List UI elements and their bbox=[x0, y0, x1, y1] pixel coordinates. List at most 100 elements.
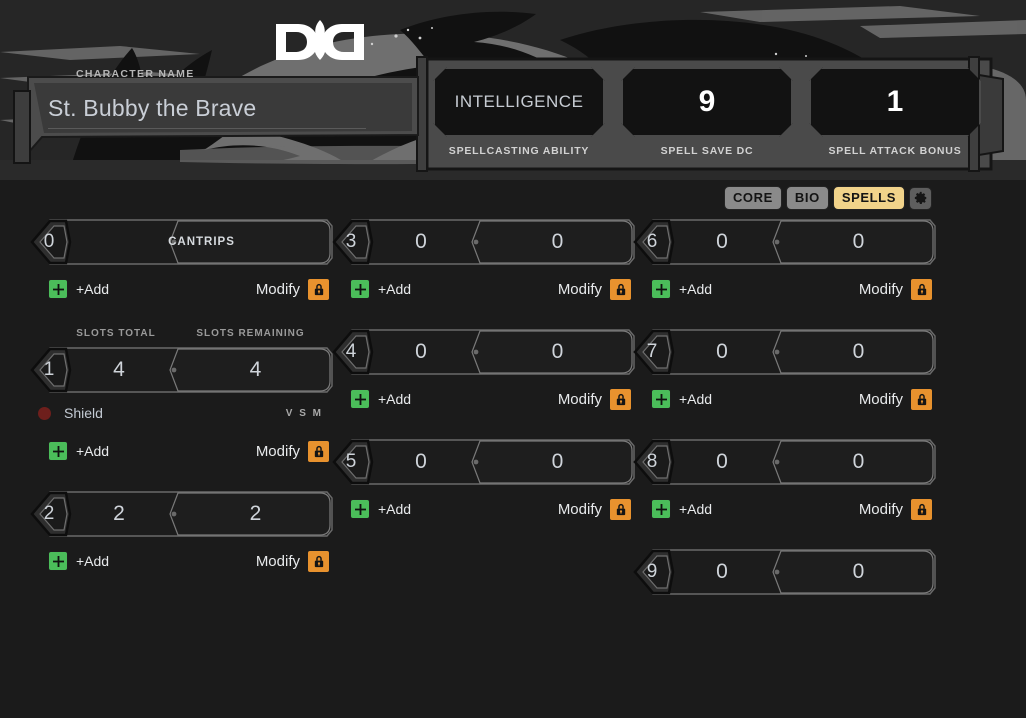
stat-value-box[interactable]: 9 bbox=[621, 67, 793, 137]
slots-total-field[interactable]: 0 bbox=[671, 218, 773, 266]
slots-total-field[interactable]: 0 bbox=[370, 218, 472, 266]
spell-level-actions: +Add Modify bbox=[332, 492, 635, 526]
spell-level-bar[interactable]: 900 bbox=[633, 548, 936, 596]
modify-label[interactable]: Modify bbox=[256, 281, 300, 298]
modify-label[interactable]: Modify bbox=[256, 443, 300, 460]
add-spell-label[interactable]: +Add bbox=[378, 501, 411, 517]
modify-lock-button[interactable] bbox=[911, 278, 932, 300]
spell-level-bar[interactable]: 800 bbox=[633, 438, 936, 486]
stat-value-box[interactable]: INTELLIGENCE bbox=[433, 67, 605, 137]
spell-level-bar[interactable]: 400 bbox=[332, 328, 635, 376]
spell-level-number: 8 bbox=[646, 451, 658, 472]
slots-total-field[interactable]: 0 bbox=[671, 328, 773, 376]
add-spell-button[interactable] bbox=[48, 279, 68, 299]
slots-remaining-field[interactable]: 2 bbox=[178, 490, 333, 538]
add-spell-label[interactable]: +Add bbox=[76, 443, 109, 459]
lock-icon bbox=[616, 283, 625, 295]
add-spell-button[interactable] bbox=[651, 279, 671, 299]
sheet-tab-bar: CORE BIO SPELLS bbox=[723, 186, 932, 210]
slots-total-field[interactable]: 0 bbox=[671, 548, 773, 596]
stat-caption: SPELLCASTING ABILITY bbox=[448, 145, 590, 157]
modify-label[interactable]: Modify bbox=[256, 553, 300, 570]
add-spell-label[interactable]: +Add bbox=[378, 391, 411, 407]
slots-total-field[interactable]: 0 bbox=[370, 328, 472, 376]
modify-lock-button[interactable] bbox=[308, 550, 329, 572]
add-spell-button[interactable] bbox=[651, 389, 671, 409]
stat-value-box[interactable]: 1 bbox=[809, 67, 981, 137]
slots-remaining-field[interactable]: 0 bbox=[480, 328, 635, 376]
tab-spells[interactable]: SPELLS bbox=[832, 186, 905, 210]
lock-icon bbox=[314, 445, 323, 457]
tab-bio[interactable]: BIO bbox=[785, 186, 829, 210]
modify-lock-button[interactable] bbox=[610, 388, 631, 410]
add-spell-label[interactable]: +Add bbox=[679, 501, 712, 517]
stat-value: 9 bbox=[698, 85, 716, 118]
add-spell-button[interactable] bbox=[350, 499, 370, 519]
slots-total-field[interactable]: 0 bbox=[370, 438, 472, 486]
stat-spell-attack-bonus[interactable]: 1 SPELL ATTACK BONUS bbox=[809, 67, 981, 157]
modify-lock-button[interactable] bbox=[911, 498, 932, 520]
spell-level-number: 4 bbox=[345, 341, 357, 362]
slots-total-field[interactable]: 4 bbox=[68, 346, 170, 394]
spell-list-item[interactable]: Shield V S M bbox=[30, 398, 333, 428]
slots-remaining-field[interactable]: 0 bbox=[480, 218, 635, 266]
lock-icon bbox=[314, 283, 323, 295]
modify-label[interactable]: Modify bbox=[859, 501, 903, 518]
spell-prepared-toggle[interactable] bbox=[38, 406, 51, 420]
add-spell-label[interactable]: +Add bbox=[679, 391, 712, 407]
modify-label[interactable]: Modify bbox=[859, 391, 903, 408]
spell-level-number: 0 bbox=[43, 231, 55, 252]
add-spell-label[interactable]: +Add bbox=[378, 281, 411, 297]
modify-lock-button[interactable] bbox=[610, 498, 631, 520]
spell-level-actions: +Add Modify bbox=[332, 272, 635, 306]
spell-level-bar[interactable]: 600 bbox=[633, 218, 936, 266]
spell-level-number: 9 bbox=[646, 561, 658, 582]
slots-remaining-field[interactable]: 4 bbox=[178, 346, 333, 394]
character-name-input[interactable] bbox=[48, 93, 366, 129]
spell-level-bar[interactable]: 222 bbox=[30, 490, 333, 538]
modify-lock-button[interactable] bbox=[911, 388, 932, 410]
spell-components: V S M bbox=[285, 407, 323, 419]
add-spell-label[interactable]: +Add bbox=[679, 281, 712, 297]
slots-remaining-field[interactable]: 0 bbox=[781, 218, 936, 266]
slots-remaining-field[interactable]: 0 bbox=[781, 548, 936, 596]
spell-level-bar[interactable]: 700 bbox=[633, 328, 936, 376]
add-spell-button[interactable] bbox=[651, 499, 671, 519]
modify-lock-button[interactable] bbox=[308, 278, 329, 300]
spell-level-bar[interactable]: 0 CANTRIPS bbox=[30, 218, 333, 266]
add-spell-label[interactable]: +Add bbox=[76, 553, 109, 569]
spell-level-actions: +Add Modify bbox=[633, 492, 936, 526]
modify-lock-button[interactable] bbox=[610, 278, 631, 300]
spell-level-bar[interactable]: 300 bbox=[332, 218, 635, 266]
spell-level-actions: +Add Modify bbox=[30, 434, 333, 468]
spell-level-block: 7 0 0 +Add Modify bbox=[633, 328, 936, 416]
add-spell-button[interactable] bbox=[350, 279, 370, 299]
stat-caption: SPELL SAVE DC bbox=[660, 145, 754, 157]
spell-level-block: 3 0 0 +Add Modify bbox=[332, 218, 635, 306]
spell-column-middle: 3 0 0 +Add Modify 4 0 0 +Add Modify 5 0 0 +Add Modify bbox=[332, 218, 635, 548]
modify-label[interactable]: Modify bbox=[558, 391, 602, 408]
stat-spellcasting-ability[interactable]: INTELLIGENCE SPELLCASTING ABILITY bbox=[433, 67, 605, 157]
add-spell-button[interactable] bbox=[48, 441, 68, 461]
spell-level-number: 6 bbox=[646, 231, 658, 252]
plus-icon bbox=[354, 393, 366, 405]
modify-label[interactable]: Modify bbox=[558, 501, 602, 518]
spell-level-bar[interactable]: 500 bbox=[332, 438, 635, 486]
stat-spell-save-dc[interactable]: 9 SPELL SAVE DC bbox=[621, 67, 793, 157]
modify-label[interactable]: Modify bbox=[558, 281, 602, 298]
slots-remaining-field[interactable]: 0 bbox=[781, 328, 936, 376]
add-spell-button[interactable] bbox=[48, 551, 68, 571]
slots-remaining-field[interactable]: 0 bbox=[781, 438, 936, 486]
spell-level-bar[interactable]: 144 bbox=[30, 346, 333, 394]
add-spell-label[interactable]: +Add bbox=[76, 281, 109, 297]
modify-lock-button[interactable] bbox=[308, 440, 329, 462]
slots-remaining-field[interactable]: 0 bbox=[480, 438, 635, 486]
settings-button[interactable] bbox=[909, 186, 932, 210]
slots-total-field[interactable]: 2 bbox=[68, 490, 170, 538]
slots-total-field[interactable]: 0 bbox=[671, 438, 773, 486]
tab-core[interactable]: CORE bbox=[723, 186, 782, 210]
lock-icon bbox=[917, 503, 926, 515]
spell-column-right: 6 0 0 +Add Modify 7 0 0 +Add Modify 8 0 0 +Add Modify 9… bbox=[633, 218, 936, 618]
modify-label[interactable]: Modify bbox=[859, 281, 903, 298]
add-spell-button[interactable] bbox=[350, 389, 370, 409]
